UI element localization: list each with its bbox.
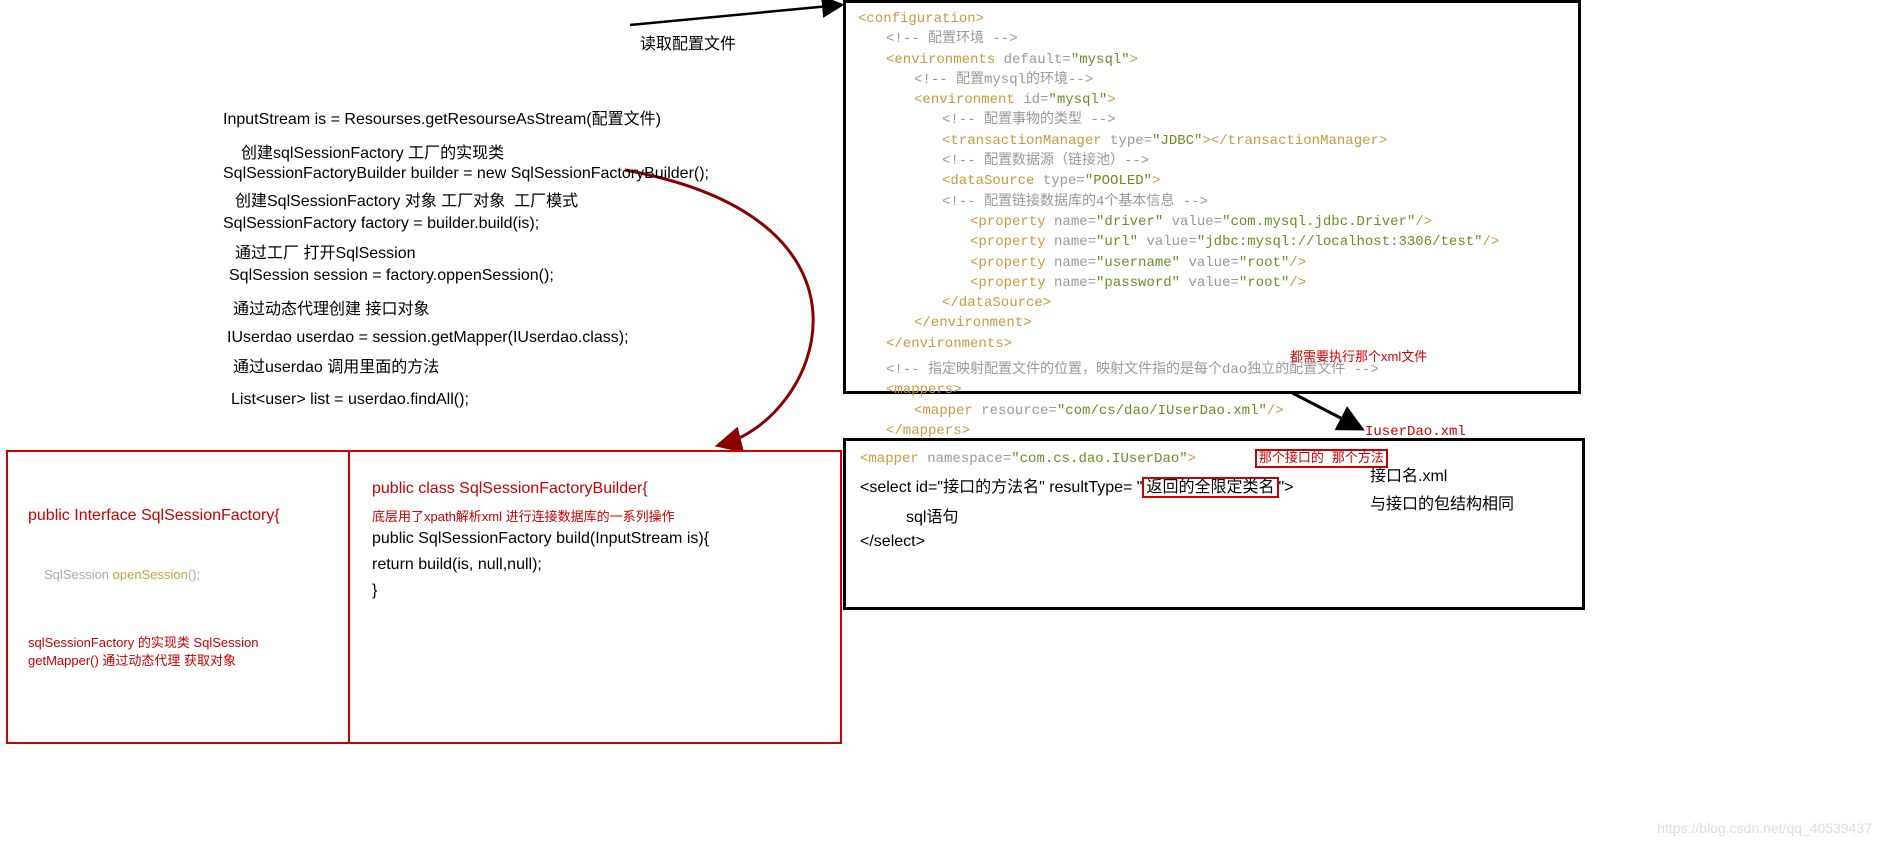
x-c7b: type= [1110,133,1152,149]
mid-sub: 底层用了xpath解析xml 进行连接数据库的一系列操作 [372,506,675,525]
x-p1a: <property [970,214,1054,230]
x-p4e: /> [1289,275,1306,291]
code-l11: List<user> list = userdao.findAll(); [231,391,813,409]
x-c3a: <environments [886,52,1004,68]
code-l4: 创建SqlSessionFactory 对象 工厂对象 工厂模式 [235,187,813,211]
x-p3v: value= [1188,255,1238,271]
x-c17: </mappers> [886,423,970,439]
m-nsc: "com.cs.dao.IUserDao" [1011,451,1187,467]
mapper-right1: 接口名.xml [1370,462,1447,486]
code-l3: SqlSessionFactoryBuilder builder = new S… [223,165,813,183]
x-p4vv: "root" [1239,275,1289,291]
box-sqlsessionfactorybuilder: public class SqlSessionFactoryBuilder{ 底… [348,450,842,744]
m-annot: 那个接口的 那个方法 [1255,449,1388,468]
mid-title: public class SqlSessionFactoryBuilder{ [372,480,648,498]
x-p2e: /> [1483,234,1500,250]
left-line1b: openSession [113,567,188,582]
x-p1e: /> [1415,214,1432,230]
code-steps: InputStream is = Resourses.getResourseAs… [223,105,813,409]
m-nsa: <mapper [860,451,927,467]
box-sqlsessionfactory: public Interface SqlSessionFactory{ SqlS… [6,450,350,744]
x-p2nv: "url" [1096,234,1138,250]
left-line1c: (); [188,567,200,582]
x-c16b: resource= [981,403,1057,419]
x-c5b: id= [1023,92,1048,108]
x-p2v: value= [1146,234,1196,250]
x-c6: <!-- 配置事物的类型 --> [942,112,1116,128]
left-line1a: SqlSession [44,567,113,582]
x-p3e: /> [1289,255,1306,271]
x-c16d: /> [1267,403,1284,419]
code-l1: InputStream is = Resourses.getResourseAs… [223,105,813,129]
m-nsd: > [1188,451,1196,467]
x-p2vv: "jdbc:mysql://localhost:3306/test" [1197,234,1483,250]
x-p1n: name= [1054,214,1096,230]
x-c7d: ></transactionManager> [1202,133,1387,149]
x-c12: </environment> [914,315,1032,331]
x-c7c: "JDBC" [1152,133,1202,149]
x-p3n: name= [1054,255,1096,271]
x-c9a: <dataSource [942,173,1043,189]
left-note2: getMapper() 通过动态代理 获取对象 [28,650,236,669]
x-p1vv: "com.mysql.jdbc.Driver" [1222,214,1415,230]
x-c8: <!-- 配置数据源（链接池）--> [942,153,1149,169]
x-c7a: <transactionManager [942,133,1110,149]
code-l5: SqlSessionFactory factory = builder.buil… [223,215,813,233]
x-c4: <!-- 配置mysql的环境--> [914,72,1093,88]
code-l9: IUserdao userdao = session.getMapper(IUs… [227,329,813,347]
box-mapper-xml: <mapper namespace="com.cs.dao.IUserDao">… [843,438,1585,610]
m-selmid: 返回的全限定类名 [1142,477,1278,498]
x-c16c: "com/cs/dao/IUserDao.xml" [1057,403,1267,419]
x-c11: </dataSource> [942,295,1051,311]
x-c5c: "mysql" [1048,92,1107,108]
box-config-xml: <configuration> <!-- 配置环境 --> <environme… [843,0,1581,394]
x-c3c: "mysql" [1071,52,1130,68]
m-selb: "> [1279,479,1294,496]
mid-l2: return build(is, null,null); [372,556,542,574]
x-c1: <configuration> [858,11,984,27]
mid-l3: } [372,582,377,600]
x-p3a: <property [970,255,1054,271]
x-p3nv: "username" [1096,255,1180,271]
m-nsb: namespace= [927,451,1011,467]
x-c13: </environments> [886,336,1012,352]
label-read-config: 读取配置文件 [640,30,736,54]
x-p3vv: "root" [1239,255,1289,271]
x-p4nv: "password" [1096,275,1180,291]
left-note1: sqlSessionFactory 的实现类 SqlSession [28,632,258,651]
code-l10: 通过userdao 调用里面的方法 [233,353,813,377]
watermark: https://blog.csdn.net/qq_40539437 [1657,820,1872,836]
code-l8: 通过动态代理创建 接口对象 [233,295,813,319]
m-close: </select> [860,533,1568,551]
x-p2n: name= [1054,234,1096,250]
left-title: public Interface SqlSessionFactory{ [28,507,280,525]
x-p4v: value= [1188,275,1238,291]
mid-l1: public SqlSessionFactory build(InputStre… [372,530,709,548]
x-c3b: default= [1004,52,1071,68]
x-c2: <!-- 配置环境 --> [886,31,1018,47]
code-l2: 创建sqlSessionFactory 工厂的实现类 [241,139,813,163]
mapper-right2: 与接口的包结构相同 [1370,490,1514,514]
x-c15: <mappers> [886,382,962,398]
x-c5a: <environment [914,92,1023,108]
x-p1v: value= [1172,214,1222,230]
x-p4n: name= [1054,275,1096,291]
x-c10: <!-- 配置链接数据库的4个基本信息 --> [942,194,1208,210]
x-c9b: type= [1043,173,1085,189]
x-p1nv: "driver" [1096,214,1163,230]
code-l6: 通过工厂 打开SqlSession [235,239,813,263]
x-p4a: <property [970,275,1054,291]
m-sela: <select id="接口的方法名" resultType= " [860,479,1142,496]
x-c3d: > [1130,52,1138,68]
x-c9d: > [1152,173,1160,189]
code-l7: SqlSession session = factory.oppenSessio… [229,267,813,285]
x-c5d: > [1107,92,1115,108]
x-p2a: <property [970,234,1054,250]
xml-note: 都需要执行那个xml文件 [1290,346,1427,365]
x-c9c: "POOLED" [1085,173,1152,189]
x-c16a: <mapper [914,403,981,419]
